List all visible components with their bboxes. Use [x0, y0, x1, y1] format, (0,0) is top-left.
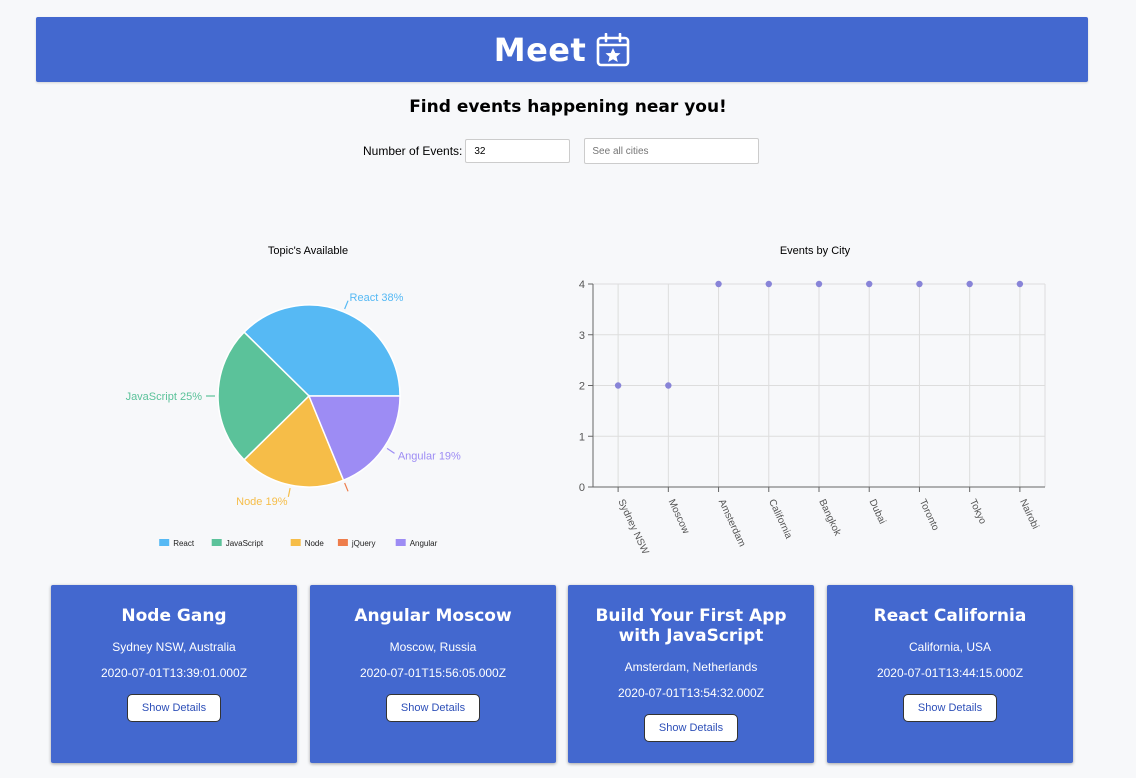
event-title: Build Your First App with JavaScript: [595, 606, 787, 646]
pie-slice-label: Node 19%: [236, 496, 288, 508]
event-card: Node Gang Sydney NSW, Australia 2020-07-…: [51, 585, 297, 763]
scatter-point: [1016, 280, 1024, 288]
event-location: Sydney NSW, Australia: [112, 640, 236, 654]
show-details-button[interactable]: Show Details: [903, 694, 997, 722]
legend-swatch: [290, 539, 301, 546]
show-details-button[interactable]: Show Details: [386, 694, 480, 722]
show-details-button[interactable]: Show Details: [127, 694, 221, 722]
x-tick-label: Tokyo: [967, 498, 988, 527]
scatter-point: [765, 280, 772, 288]
legend-swatch: [159, 539, 170, 546]
legend-label: Angular: [410, 539, 438, 548]
x-tick-label: Amsterdam: [716, 498, 748, 549]
legend-swatch: [337, 539, 348, 546]
city-search-input[interactable]: [584, 138, 760, 164]
scatter-point: [715, 280, 722, 288]
x-tick-label: Sydney NSW: [615, 498, 650, 557]
pie-slice-label: Angular 19%: [398, 451, 461, 463]
pie-slice-label: JavaScript 25%: [126, 391, 203, 403]
event-location: Moscow, Russia: [389, 640, 477, 654]
scatter-point: [614, 382, 622, 389]
event-date: 2020-07-01T15:56:05.000Z: [359, 666, 507, 680]
event-card: Angular Moscow Moscow, Russia 2020-07-01…: [310, 585, 556, 763]
legend-label: JavaScript: [226, 539, 264, 548]
y-tick-label: 0: [579, 482, 585, 494]
filter-controls: Number of Events:: [363, 138, 760, 164]
event-title: Angular Moscow: [354, 606, 512, 626]
number-of-events-input[interactable]: [465, 139, 571, 163]
pie-leader-line: [386, 447, 395, 454]
scatter-point: [665, 382, 672, 389]
event-date: 2020-07-01T13:39:01.000Z: [100, 666, 248, 680]
y-tick-label: 2: [579, 381, 585, 393]
x-tick-label: Moscow: [666, 498, 692, 537]
number-of-events-label: Number of Events:: [363, 144, 463, 158]
event-card: Build Your First App with JavaScript Ams…: [568, 585, 814, 763]
pie-leader-line: [344, 482, 349, 492]
pie-leader-line: [344, 300, 349, 310]
events-by-city-chart: 0 1 2 3 4 Sydney NSW Moscow Amsterdam California…: [579, 279, 1046, 557]
y-tick-label: 3: [579, 330, 585, 342]
scatter-point: [815, 280, 823, 288]
topics-pie-chart: React 38% JavaScript 25% Node 19% Angular 1…: [126, 292, 461, 548]
y-tick-label: 1: [579, 431, 585, 443]
event-card: React California California, USA 2020-07…: [827, 585, 1073, 763]
event-title: Node Gang: [121, 606, 227, 626]
legend-swatch: [211, 539, 222, 546]
event-location: Amsterdam, Netherlands: [624, 660, 758, 674]
scatter-point: [916, 280, 923, 288]
x-tick-label: Nairobi: [1017, 498, 1040, 531]
y-tick-label: 4: [579, 279, 585, 291]
show-details-button[interactable]: Show Details: [644, 714, 738, 742]
legend-label: jQuery: [351, 539, 376, 548]
x-tick-label: California: [766, 498, 794, 541]
event-date: 2020-07-01T13:54:32.000Z: [617, 686, 765, 700]
tagline: Find events happening near you!: [409, 97, 727, 117]
event-date: 2020-07-01T13:44:15.000Z: [876, 666, 1024, 680]
scatter-chart-title: Events by City: [779, 245, 851, 257]
scatter-point: [866, 280, 873, 288]
legend-label: React: [173, 539, 195, 548]
event-location: California, USA: [908, 640, 992, 654]
pie-leader-line: [287, 487, 291, 498]
event-title: React California: [873, 606, 1027, 626]
legend-swatch: [395, 539, 406, 546]
x-tick-label: Toronto: [917, 498, 941, 533]
chart-grid: [593, 283, 1046, 488]
legend-label: Node: [305, 539, 325, 548]
app-header: Meet: [36, 17, 1088, 82]
pie-slice-label: React 38%: [350, 292, 404, 304]
app-title: Meet: [493, 30, 587, 69]
x-tick-label: Bangkok: [816, 498, 843, 539]
pie-chart-title: Topic's Available: [267, 245, 349, 257]
scatter-point: [966, 280, 973, 288]
x-tick-label: Dubai: [867, 498, 888, 526]
calendar-star-icon: [596, 32, 630, 66]
